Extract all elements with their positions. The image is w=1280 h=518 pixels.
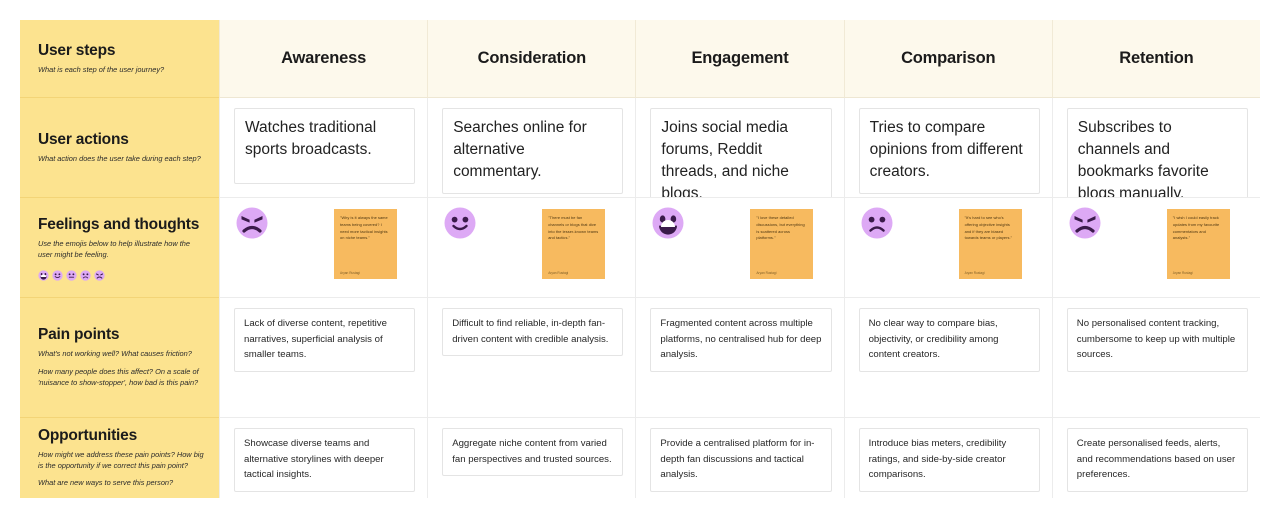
- user-action-cell[interactable]: Joins social media forums, Reddit thread…: [635, 98, 844, 198]
- opportunity-cell[interactable]: Provide a centralised platform for in-de…: [635, 418, 844, 498]
- note-card[interactable]: Tries to compare opinions from different…: [858, 108, 1040, 194]
- row-hint-secondary: How many people does this affect? On a s…: [38, 367, 199, 387]
- quote-attribution: Aryan Rustagi: [1172, 271, 1193, 275]
- feelings-cell[interactable]: "I wish I could easily track updates fro…: [1051, 198, 1260, 298]
- note-card[interactable]: Fragmented content across multiple platf…: [650, 308, 832, 372]
- row-hint: Use the emojis below to help illustrate …: [38, 239, 190, 259]
- row-hint-secondary: What are new ways to serve this person?: [38, 478, 174, 488]
- note-card[interactable]: Subscribes to channels and bookmarks fav…: [1066, 108, 1248, 197]
- note-card[interactable]: Aggregate niche content from varied fan …: [442, 428, 624, 477]
- smile-emoji[interactable]: [444, 207, 476, 239]
- stage-label: Retention: [1119, 49, 1194, 67]
- row-hint: What action does the user take during ea…: [38, 153, 201, 163]
- pain-point-cell[interactable]: Difficult to find reliable, in-depth fan…: [427, 298, 636, 418]
- stage-header-engagement[interactable]: Engagement: [635, 20, 844, 98]
- quote-text: "I love these detailed discussions, but …: [756, 215, 805, 241]
- note-card[interactable]: Create personalised feeds, alerts, and r…: [1066, 428, 1248, 492]
- opportunity-cell[interactable]: Create personalised feeds, alerts, and r…: [1051, 418, 1260, 498]
- stage-label: Engagement: [691, 49, 789, 67]
- frown-emoji[interactable]: [861, 207, 893, 239]
- journey-map-board: User steps What is each step of the user…: [20, 20, 1260, 498]
- angry-emoji[interactable]: [1069, 207, 1101, 239]
- note-card[interactable]: Watches traditional sports broadcasts.: [234, 108, 416, 184]
- angry-emoji[interactable]: [236, 207, 268, 239]
- user-action-cell[interactable]: Searches online for alternative commenta…: [427, 98, 636, 198]
- opportunity-cell[interactable]: Introduce bias meters, credibility ratin…: [843, 418, 1052, 498]
- quote-text: "I wish I could easily track updates fro…: [1172, 215, 1220, 241]
- row-hint: How might we address these pain points? …: [38, 449, 204, 470]
- row-label-opportunities[interactable]: Opportunities How might we address these…: [20, 418, 219, 498]
- sticky-note[interactable]: "I wish I could easily track updates fro…: [1166, 209, 1230, 279]
- row-label-user-steps[interactable]: User steps What is each step of the user…: [20, 20, 219, 98]
- note-card[interactable]: Introduce bias meters, credibility ratin…: [858, 428, 1040, 492]
- opportunity-cell[interactable]: Showcase diverse teams and alternative s…: [219, 418, 428, 498]
- note-card[interactable]: Lack of diverse content, repetitive narr…: [234, 308, 416, 372]
- emoji-palette[interactable]: [38, 268, 205, 281]
- row-title: User steps: [38, 41, 116, 59]
- pain-point-cell[interactable]: Lack of diverse content, repetitive narr…: [219, 298, 428, 418]
- sticky-note[interactable]: "Why is it always the same teams being c…: [334, 209, 397, 279]
- row-label-feelings-and-thoughts[interactable]: Feelings and thoughts Use the emojis bel…: [20, 198, 219, 298]
- row-title: Opportunities: [38, 426, 138, 444]
- note-card[interactable]: No personalised content tracking, cumber…: [1066, 308, 1248, 372]
- quote-text: "Why is it always the same teams being c…: [340, 215, 388, 241]
- quote-attribution: Aryan Rustagi: [340, 271, 361, 275]
- feelings-cell[interactable]: "I love these detailed discussions, but …: [635, 198, 844, 298]
- stage-label: Awareness: [281, 49, 367, 67]
- quote-text: "It's hard to see who's offering objecti…: [964, 215, 1013, 241]
- user-action-cell[interactable]: Subscribes to channels and bookmarks fav…: [1051, 98, 1260, 198]
- row-title: Pain points: [38, 326, 120, 344]
- angry-emoji[interactable]: [94, 268, 105, 281]
- quote-text: "There must be fan channels or blogs tha…: [548, 215, 599, 241]
- note-card[interactable]: Searches online for alternative commenta…: [442, 108, 624, 194]
- feelings-cell[interactable]: "It's hard to see who's offering objecti…: [843, 198, 1052, 298]
- user-action-cell[interactable]: Watches traditional sports broadcasts.: [219, 98, 428, 198]
- quote-attribution: Aryan Rustagi: [548, 271, 569, 275]
- sticky-note[interactable]: "I love these detailed discussions, but …: [750, 209, 814, 279]
- journey-map-canvas: User steps What is each step of the user…: [0, 0, 1280, 518]
- sticky-note[interactable]: "There must be fan channels or blogs tha…: [542, 209, 606, 279]
- opportunity-cell[interactable]: Aggregate niche content from varied fan …: [427, 418, 636, 498]
- frown-emoji[interactable]: [80, 268, 91, 281]
- grin-emoji[interactable]: [38, 268, 49, 281]
- row-hint: What's not working well? What causes fri…: [38, 349, 192, 359]
- row-title: Feelings and thoughts: [38, 216, 200, 234]
- stage-header-retention[interactable]: Retention: [1051, 20, 1260, 98]
- grin-emoji[interactable]: [652, 207, 684, 239]
- pain-point-cell[interactable]: Fragmented content across multiple platf…: [635, 298, 844, 418]
- quote-attribution: Aryan Rustagi: [964, 271, 985, 275]
- note-card[interactable]: Joins social media forums, Reddit thread…: [650, 108, 832, 197]
- feelings-cell[interactable]: "Why is it always the same teams being c…: [219, 198, 428, 298]
- pain-point-cell[interactable]: No personalised content tracking, cumber…: [1051, 298, 1260, 418]
- row-label-user-actions[interactable]: User actions What action does the user t…: [20, 98, 219, 198]
- neutral-emoji[interactable]: [66, 268, 77, 281]
- quote-attribution: Aryan Rustagi: [756, 271, 777, 275]
- row-hint: What is each step of the user journey?: [38, 64, 165, 74]
- stage-label: Comparison: [901, 49, 996, 67]
- stage-header-awareness[interactable]: Awareness: [219, 20, 428, 98]
- stage-header-comparison[interactable]: Comparison: [843, 20, 1052, 98]
- note-card[interactable]: Difficult to find reliable, in-depth fan…: [442, 308, 624, 357]
- note-card[interactable]: No clear way to compare bias, objectivit…: [858, 308, 1040, 372]
- feelings-cell[interactable]: "There must be fan channels or blogs tha…: [427, 198, 636, 298]
- note-card[interactable]: Provide a centralised platform for in-de…: [650, 428, 832, 492]
- sticky-note[interactable]: "It's hard to see who's offering objecti…: [958, 209, 1022, 279]
- stage-header-consideration[interactable]: Consideration: [427, 20, 636, 98]
- row-label-pain-points[interactable]: Pain points What's not working well? Wha…: [20, 298, 219, 418]
- user-action-cell[interactable]: Tries to compare opinions from different…: [843, 98, 1052, 198]
- smile-emoji[interactable]: [52, 268, 63, 281]
- stage-label: Consideration: [477, 49, 587, 67]
- note-card[interactable]: Showcase diverse teams and alternative s…: [234, 428, 416, 492]
- pain-point-cell[interactable]: No clear way to compare bias, objectivit…: [843, 298, 1052, 418]
- row-title: User actions: [38, 130, 129, 148]
